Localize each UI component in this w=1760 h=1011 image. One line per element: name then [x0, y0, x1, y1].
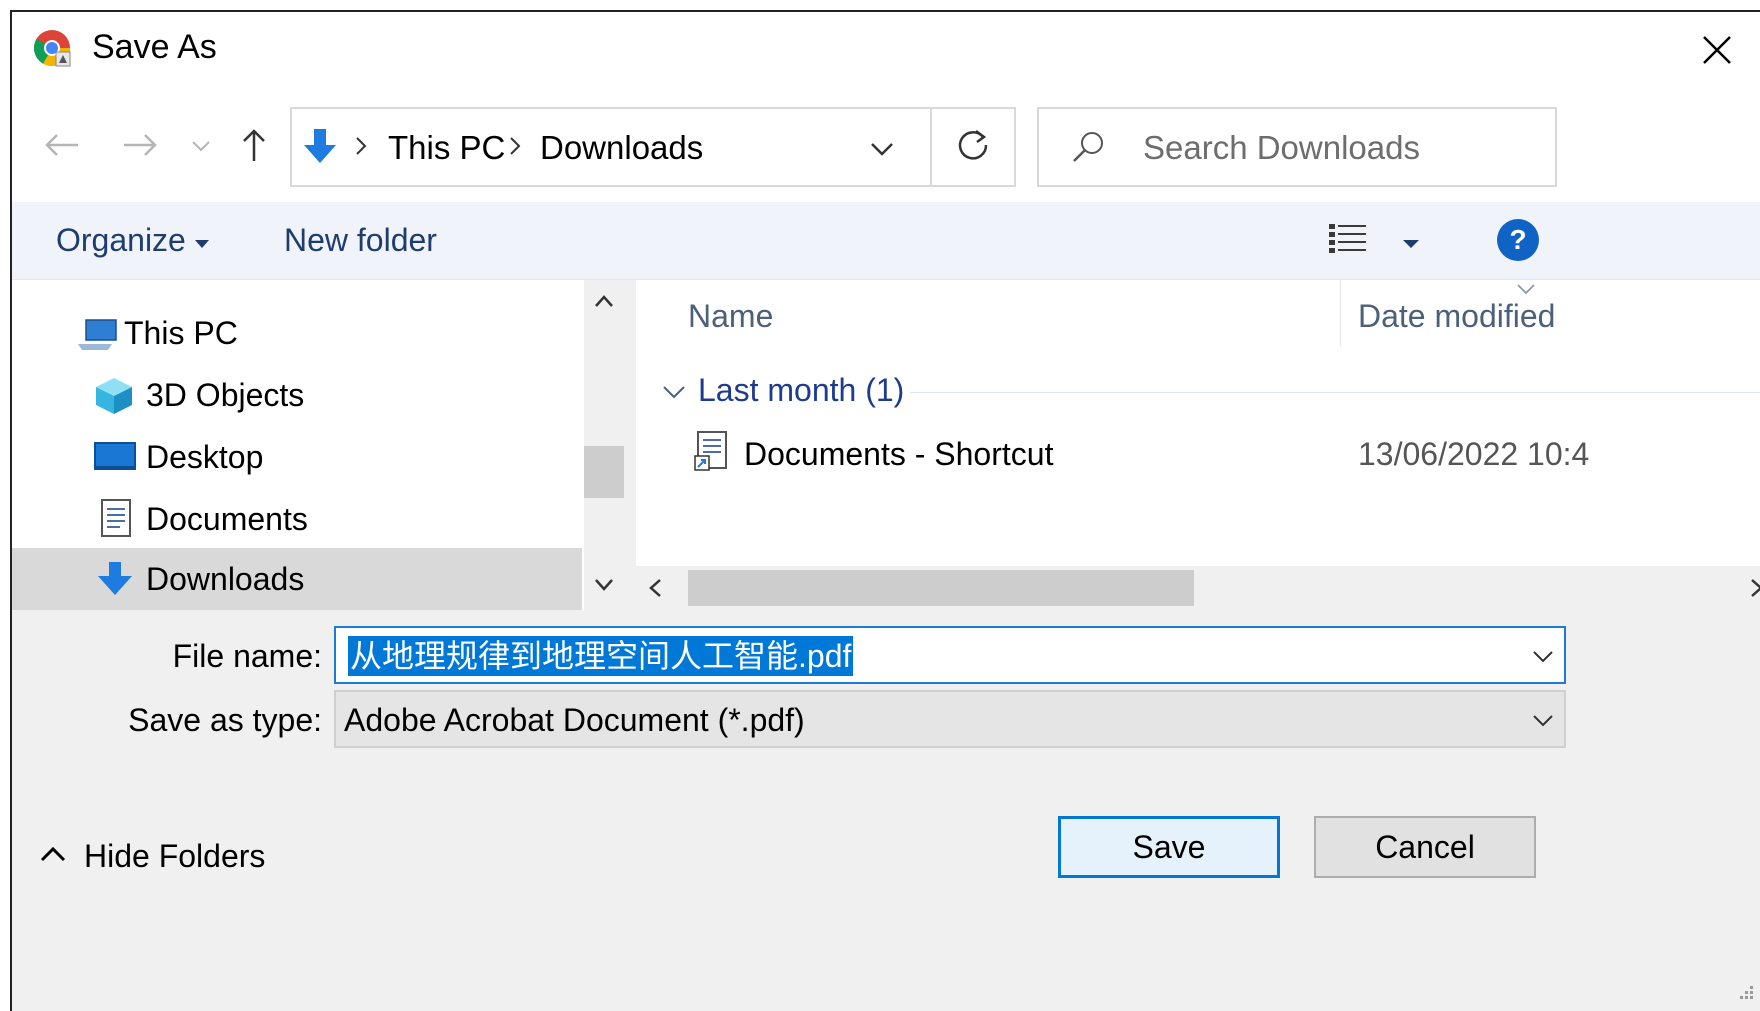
- recent-locations-button[interactable]: [188, 128, 214, 168]
- tree-scrollbar[interactable]: [584, 280, 624, 610]
- breadcrumb-separator-icon: [508, 135, 522, 162]
- scrollbar-thumb[interactable]: [584, 446, 624, 498]
- tree-item-downloads[interactable]: Downloads: [12, 548, 582, 610]
- file-date: 13/06/2022 10:4: [1358, 436, 1590, 472]
- column-divider: [1340, 280, 1341, 346]
- arrow-up-icon: [241, 127, 267, 168]
- organize-label: Organize: [56, 222, 186, 258]
- tree-label: Downloads: [146, 561, 305, 597]
- shortcut-icon: [694, 430, 730, 477]
- scrollbar-thumb[interactable]: [688, 570, 1194, 606]
- tree-label: 3D Objects: [146, 377, 305, 413]
- file-name: Documents - Shortcut: [744, 436, 1054, 472]
- arrow-left-icon: [44, 133, 80, 162]
- search-placeholder: Search Downloads: [1143, 129, 1420, 166]
- desktop-icon: [94, 442, 136, 477]
- scroll-down-icon[interactable]: [594, 578, 614, 597]
- window-title: Save As: [92, 28, 217, 66]
- caret-down-icon: [194, 236, 210, 254]
- chevron-down-icon[interactable]: [1532, 650, 1554, 669]
- arrow-right-icon: [122, 133, 158, 162]
- search-input[interactable]: Search Downloads: [1037, 107, 1557, 187]
- title-bar: Save As: [12, 12, 1760, 92]
- file-name-label: File name:: [172, 638, 322, 674]
- command-toolbar: Organize New folder ?: [12, 202, 1760, 280]
- save-button[interactable]: Save: [1058, 816, 1280, 878]
- close-button[interactable]: [1672, 12, 1760, 92]
- back-button[interactable]: [40, 122, 84, 172]
- address-bar[interactable]: This PC Downloads: [290, 107, 1014, 187]
- tree-item-3d-objects[interactable]: 3D Objects: [12, 364, 582, 426]
- tree-item-desktop[interactable]: Desktop: [12, 426, 582, 488]
- address-dropdown-icon[interactable]: [870, 141, 894, 162]
- cube-icon: [94, 376, 134, 421]
- new-folder-button[interactable]: New folder: [284, 222, 437, 259]
- breadcrumb-this-pc[interactable]: This PC: [388, 129, 505, 167]
- view-dropdown-icon[interactable]: [1402, 236, 1420, 254]
- svg-text:?: ?: [1509, 224, 1526, 255]
- save-as-type-label: Save as type:: [128, 702, 322, 738]
- file-list: Name Date modified Last month (1) Docume…: [624, 280, 1760, 610]
- column-header-date-modified[interactable]: Date modified: [1358, 298, 1555, 335]
- refresh-button[interactable]: [930, 107, 1016, 187]
- tree-item-documents[interactable]: Documents: [12, 488, 582, 550]
- download-arrow-icon: [302, 127, 338, 172]
- refresh-icon: [956, 128, 990, 167]
- group-divider: [910, 392, 1760, 393]
- breadcrumb-downloads[interactable]: Downloads: [540, 129, 703, 167]
- scroll-right-icon[interactable]: [1750, 578, 1760, 603]
- scroll-up-icon[interactable]: [594, 294, 614, 313]
- column-header-name[interactable]: Name: [688, 298, 773, 335]
- chrome-icon: [32, 28, 72, 68]
- chevron-up-icon: [40, 846, 66, 867]
- search-icon: [1071, 129, 1107, 170]
- hide-folders-label: Hide Folders: [84, 837, 266, 874]
- hide-folders-button[interactable]: Hide Folders: [40, 834, 265, 878]
- view-options-icon[interactable]: [1328, 222, 1368, 261]
- tree-label: Desktop: [146, 439, 264, 475]
- save-as-type-value: Adobe Acrobat Document (*.pdf): [344, 702, 805, 738]
- file-name-value: 从地理规律到地理空间人工智能.pdf: [348, 636, 854, 676]
- chevron-down-icon: [191, 139, 211, 157]
- computer-icon: [76, 318, 118, 357]
- navigation-pane: This PC 3D Objects Desktop Documents Dow…: [12, 280, 624, 610]
- documents-icon: [100, 498, 132, 543]
- forward-button[interactable]: [118, 122, 162, 172]
- tree-label: This PC: [124, 315, 238, 351]
- scroll-left-icon[interactable]: [648, 578, 662, 603]
- help-icon[interactable]: ?: [1496, 218, 1540, 267]
- file-name-field[interactable]: 从地理规律到地理空间人工智能.pdf: [334, 626, 1566, 684]
- up-button[interactable]: [234, 120, 274, 174]
- cancel-button[interactable]: Cancel: [1314, 816, 1536, 878]
- navigation-bar: This PC Downloads Search Downloads: [12, 92, 1760, 202]
- resize-grip-icon[interactable]: [1734, 982, 1754, 1007]
- breadcrumb-separator-icon: [354, 135, 368, 162]
- download-arrow-icon: [96, 560, 134, 603]
- horizontal-scrollbar[interactable]: [636, 566, 1760, 610]
- close-icon: [1702, 35, 1732, 70]
- tree-label: Documents: [146, 501, 308, 537]
- group-header-label[interactable]: Last month (1): [698, 372, 904, 409]
- tree-item-this-pc[interactable]: This PC: [12, 302, 582, 364]
- chevron-down-icon: [1532, 714, 1554, 733]
- save-as-type-select[interactable]: Adobe Acrobat Document (*.pdf): [334, 690, 1566, 748]
- group-collapse-icon[interactable]: [662, 384, 686, 405]
- save-as-dialog: Save As This PC Downloads Search Downloa…: [10, 10, 1760, 1011]
- organize-button[interactable]: Organize: [56, 212, 226, 268]
